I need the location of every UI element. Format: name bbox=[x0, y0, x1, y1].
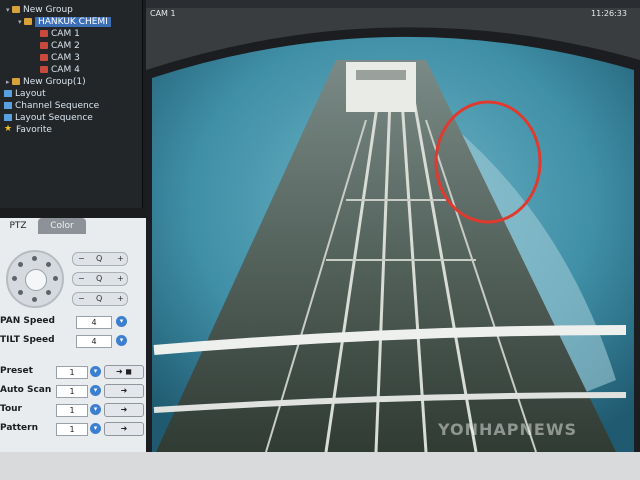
camera-icon bbox=[40, 66, 48, 73]
pattern-label: Pattern bbox=[0, 423, 38, 433]
layout-icon bbox=[4, 90, 12, 97]
video-viewport[interactable] bbox=[146, 0, 640, 453]
sequence-icon bbox=[4, 114, 12, 121]
camera-icon bbox=[40, 54, 48, 61]
tree-item-cam-3[interactable]: CAM 3 bbox=[40, 52, 80, 64]
tilt-speed-label: TILT Speed bbox=[0, 335, 55, 345]
preset-label: Preset bbox=[0, 366, 33, 376]
ptz-joystick[interactable] bbox=[6, 250, 64, 308]
video-toolbar bbox=[146, 0, 640, 8]
tree-item-cam-2[interactable]: CAM 2 bbox=[40, 40, 80, 52]
tour-field[interactable]: 1 bbox=[56, 404, 88, 417]
arrow-up-left-icon[interactable] bbox=[18, 262, 23, 267]
auto-scan-field[interactable]: 1 bbox=[56, 385, 88, 398]
timestamp: 11:26:33 bbox=[591, 9, 627, 18]
bottom-bar bbox=[0, 452, 640, 480]
pan-speed-field[interactable]: 4 bbox=[76, 316, 112, 329]
auto-scan-label: Auto Scan bbox=[0, 385, 52, 395]
folder-icon bbox=[12, 6, 20, 13]
cctv-app: ▾ New Group ▾ HANKUK CHEMI CAM 1 CAM 2 CAM… bbox=[0, 0, 640, 480]
arrow-up-icon[interactable] bbox=[32, 256, 37, 261]
auto-scan-spinner[interactable]: ▾ bbox=[90, 385, 101, 396]
camera-label: CAM 1 bbox=[150, 9, 176, 18]
tilt-speed-spinner[interactable]: ▾ bbox=[116, 335, 127, 346]
arrow-down-left-icon[interactable] bbox=[18, 290, 23, 295]
folder-icon bbox=[12, 78, 20, 85]
arrow-down-right-icon[interactable] bbox=[46, 290, 51, 295]
tour-spinner[interactable]: ▾ bbox=[90, 404, 101, 415]
tour-go-button[interactable]: ➜ bbox=[104, 403, 144, 417]
tree-item-layout-sequence[interactable]: Layout Sequence bbox=[4, 112, 93, 124]
camera-icon bbox=[40, 30, 48, 37]
preset-spinner[interactable]: ▾ bbox=[90, 366, 101, 377]
tree-item-channel-sequence[interactable]: Channel Sequence bbox=[4, 100, 99, 112]
iris-icon: Q bbox=[96, 294, 103, 303]
pattern-go-button[interactable]: ➜ bbox=[104, 422, 144, 436]
camera-feed-image bbox=[146, 0, 640, 453]
pattern-spinner[interactable]: ▾ bbox=[90, 423, 101, 434]
star-icon: ★ bbox=[4, 124, 13, 134]
auto-scan-go-button[interactable]: ➜ bbox=[104, 384, 144, 398]
tab-color[interactable]: Color bbox=[38, 218, 86, 234]
news-watermark: YONHAPNEWS bbox=[438, 420, 577, 439]
preset-go-button[interactable]: ➜ ◼ bbox=[104, 365, 144, 379]
folder-icon bbox=[24, 18, 32, 25]
pan-speed-spinner[interactable]: ▾ bbox=[116, 316, 127, 327]
arrow-down-icon[interactable] bbox=[32, 297, 37, 302]
tree-item-cam-4[interactable]: CAM 4 bbox=[40, 64, 80, 76]
tab-ptz[interactable]: PTZ bbox=[0, 218, 36, 234]
ptz-tabs: PTZ Color bbox=[0, 218, 146, 234]
tree-item-layout[interactable]: Layout bbox=[4, 88, 46, 100]
tree-item-favorite[interactable]: ★ Favorite bbox=[4, 124, 52, 136]
iris-control[interactable]: − Q + bbox=[72, 292, 128, 306]
tilt-speed-field[interactable]: 4 bbox=[76, 335, 112, 348]
preset-field[interactable]: 1 bbox=[56, 366, 88, 379]
tree-item-cam-1[interactable]: CAM 1 bbox=[40, 28, 80, 40]
tree-item-new-group[interactable]: ▾ New Group bbox=[6, 4, 73, 16]
zoom-control[interactable]: − Q + bbox=[72, 252, 128, 266]
arrow-left-icon[interactable] bbox=[12, 276, 17, 281]
device-tree: ▾ New Group ▾ HANKUK CHEMI CAM 1 CAM 2 CAM… bbox=[0, 0, 143, 208]
focus-control[interactable]: − Q + bbox=[72, 272, 128, 286]
tree-item-hankuk-chemi[interactable]: ▾ HANKUK CHEMI bbox=[18, 16, 111, 28]
joystick-center[interactable] bbox=[25, 269, 47, 291]
pan-speed-label: PAN Speed bbox=[0, 316, 55, 326]
focus-icon: Q bbox=[96, 274, 103, 283]
tree-item-new-group-1[interactable]: ▸ New Group(1) bbox=[6, 76, 86, 88]
left-panel: ▾ New Group ▾ HANKUK CHEMI CAM 1 CAM 2 CAM… bbox=[0, 0, 148, 480]
arrow-right-icon[interactable] bbox=[53, 276, 58, 281]
arrow-up-right-icon[interactable] bbox=[46, 262, 51, 267]
pattern-field[interactable]: 1 bbox=[56, 423, 88, 436]
tour-label: Tour bbox=[0, 404, 22, 414]
zoom-icon: Q bbox=[96, 254, 103, 263]
sequence-icon bbox=[4, 102, 12, 109]
camera-icon bbox=[40, 42, 48, 49]
